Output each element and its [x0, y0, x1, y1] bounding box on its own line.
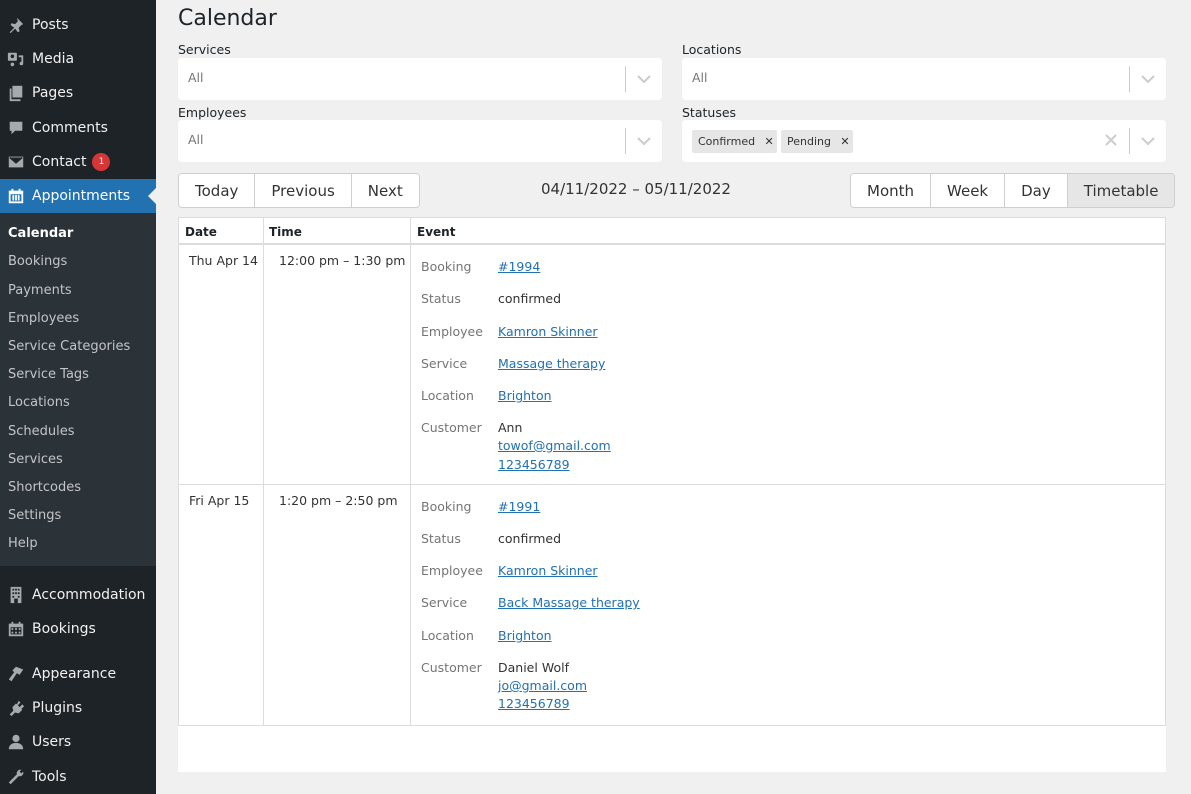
statuses-label: Statuses — [682, 105, 737, 120]
menu-item-bookings[interactable]: Bookings — [0, 612, 156, 646]
header-date: Date — [185, 225, 217, 239]
timetable-view-button[interactable]: Timetable — [1067, 174, 1175, 207]
menu-item-comments[interactable]: Comments — [0, 111, 156, 145]
booking-link[interactable]: #1994 — [498, 259, 540, 274]
envelope-icon — [0, 145, 32, 179]
remove-tag-icon[interactable]: ✕ — [761, 130, 777, 153]
submenu-employees[interactable]: Employees — [8, 311, 79, 326]
building-icon — [0, 578, 32, 612]
menu-item-plugins[interactable]: Plugins — [0, 691, 156, 725]
header-event: Event — [417, 225, 456, 239]
calendar-icon — [0, 179, 32, 213]
location-link[interactable]: Brighton — [498, 628, 552, 643]
table-footer — [178, 726, 1166, 772]
employees-select[interactable]: All — [178, 120, 662, 162]
header-time: Time — [269, 225, 302, 239]
submenu-service-categories[interactable]: Service Categories — [8, 339, 130, 354]
timetable: Date Time Event Thu Apr 14 12:00 pm – 1:… — [178, 217, 1166, 727]
location-link[interactable]: Brighton — [498, 388, 552, 403]
locations-select[interactable]: All — [682, 58, 1166, 100]
chevron-down-icon[interactable] — [1140, 72, 1156, 86]
row-time: 12:00 pm – 1:30 pm — [279, 253, 406, 268]
submenu-calendar[interactable]: Calendar — [8, 226, 73, 241]
table-header: Date Time Event — [179, 218, 1165, 245]
submenu-services[interactable]: Services — [8, 452, 63, 467]
user-icon — [0, 725, 32, 759]
pin-icon — [0, 8, 32, 42]
menu-item-pages[interactable]: Pages — [0, 76, 156, 110]
navigation-buttons: Today Previous Next — [178, 173, 420, 208]
media-icon — [0, 42, 32, 76]
row-date: Fri Apr 15 — [189, 493, 250, 508]
status-value: confirmed — [498, 291, 562, 306]
menu-item-appointments[interactable]: Appointments — [0, 179, 156, 213]
employee-link[interactable]: Kamron Skinner — [498, 324, 598, 339]
date-range: 04/11/2022 – 05/11/2022 — [541, 180, 731, 198]
appointments-submenu: Calendar Bookings Payments Employees Ser… — [0, 213, 156, 566]
locations-label: Locations — [682, 42, 742, 57]
menu-item-accommodation[interactable]: Accommodation — [0, 578, 156, 612]
table-row: Fri Apr 15 1:20 pm – 2:50 pm Booking #19… — [179, 485, 1165, 726]
services-label: Services — [178, 42, 231, 57]
menu-item-tools[interactable]: Tools — [0, 760, 156, 794]
page-title: Calendar — [178, 6, 277, 31]
customer-phone-link[interactable]: 123456789 — [498, 457, 570, 472]
day-view-button[interactable]: Day — [1005, 174, 1068, 207]
service-link[interactable]: Back Massage therapy — [498, 595, 640, 610]
employee-link[interactable]: Kamron Skinner — [498, 563, 598, 578]
next-button[interactable]: Next — [351, 174, 419, 207]
customer-name: Daniel Wolf — [498, 660, 569, 675]
chevron-down-icon[interactable] — [636, 134, 652, 148]
admin-sidebar: Posts Media Pages Comments Contact 1 App… — [0, 0, 156, 794]
menu-item-media[interactable]: Media — [0, 42, 156, 76]
menu-item-contact[interactable]: Contact 1 — [0, 145, 156, 179]
customer-name: Ann — [498, 420, 523, 435]
service-link[interactable]: Massage therapy — [498, 356, 605, 371]
chevron-down-icon[interactable] — [1140, 134, 1156, 148]
employees-label: Employees — [178, 105, 247, 120]
month-view-button[interactable]: Month — [851, 174, 932, 207]
clear-all-icon[interactable] — [1104, 133, 1118, 147]
status-value: confirmed — [498, 531, 562, 546]
brush-icon — [0, 657, 32, 691]
comment-icon — [0, 111, 32, 145]
pages-icon — [0, 76, 32, 110]
wrench-icon — [0, 760, 32, 794]
submenu-service-tags[interactable]: Service Tags — [8, 367, 89, 382]
submenu-shortcodes[interactable]: Shortcodes — [8, 480, 81, 495]
previous-button[interactable]: Previous — [255, 174, 352, 207]
notification-badge: 1 — [92, 153, 111, 171]
customer-email-link[interactable]: jo@gmail.com — [498, 678, 587, 693]
row-date: Thu Apr 14 — [189, 253, 258, 268]
status-tag-confirmed: Confirmed ✕ — [692, 130, 778, 153]
submenu-bookings[interactable]: Bookings — [8, 254, 67, 269]
statuses-select[interactable]: Confirmed ✕ Pending ✕ — [682, 120, 1166, 162]
menu-item-users[interactable]: Users — [0, 725, 156, 759]
customer-phone-link[interactable]: 123456789 — [498, 696, 570, 711]
chevron-down-icon[interactable] — [636, 72, 652, 86]
today-button[interactable]: Today — [179, 174, 256, 207]
status-tag-pending: Pending ✕ — [781, 130, 853, 153]
submenu-schedules[interactable]: Schedules — [8, 424, 75, 439]
week-view-button[interactable]: Week — [931, 174, 1006, 207]
remove-tag-icon[interactable]: ✕ — [837, 130, 853, 153]
calendar-grid-icon — [0, 612, 32, 646]
row-time: 1:20 pm – 2:50 pm — [279, 493, 398, 508]
table-row: Thu Apr 14 12:00 pm – 1:30 pm Booking #1… — [179, 245, 1165, 485]
menu-item-posts[interactable]: Posts — [0, 8, 156, 42]
submenu-payments[interactable]: Payments — [8, 283, 72, 298]
submenu-help[interactable]: Help — [8, 536, 38, 551]
booking-link[interactable]: #1991 — [498, 499, 540, 514]
plug-icon — [0, 691, 32, 725]
submenu-settings[interactable]: Settings — [8, 508, 61, 523]
customer-email-link[interactable]: towof@gmail.com — [498, 438, 611, 453]
submenu-locations[interactable]: Locations — [8, 395, 70, 410]
services-select[interactable]: All — [178, 58, 662, 100]
menu-item-appearance[interactable]: Appearance — [0, 657, 156, 691]
view-buttons: Month Week Day Timetable — [850, 173, 1176, 208]
